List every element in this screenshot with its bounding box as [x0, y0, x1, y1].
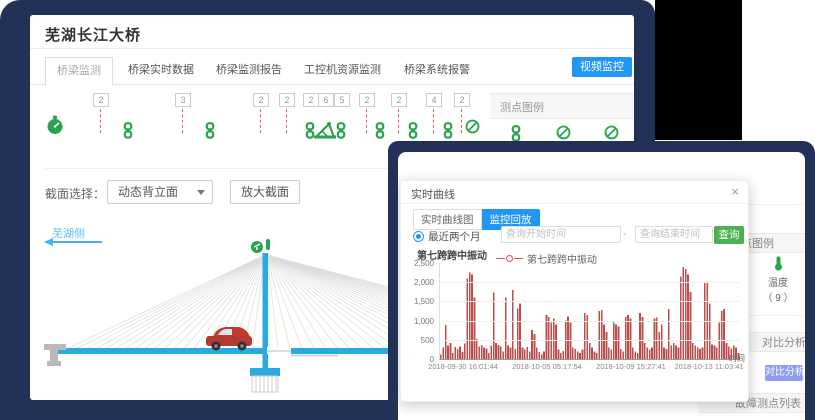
sensor-count-badge: 6	[318, 93, 334, 107]
query-button[interactable]: 查询	[714, 226, 744, 244]
legend-panel-title: 测点图例	[500, 99, 544, 115]
dashed-line	[182, 109, 183, 133]
left-abutment	[44, 344, 66, 366]
temperature-count: （ 9 ）	[758, 289, 798, 304]
dashed-line	[433, 109, 434, 133]
section-select-label: 截面选择：	[45, 185, 105, 202]
vibration-chart-plot[interactable]	[439, 263, 740, 360]
sensor-count-badge: 2	[454, 93, 470, 107]
chart-legend: 第七跨跨中振动	[496, 253, 597, 263]
popup-window-frame: 测点图例 温度 （ 9 ） 对比分析 对比分析 故障测点列表 实时曲线 × 实时…	[388, 141, 815, 420]
section-select-dropdown[interactable]: 动态背立面	[107, 180, 213, 204]
dashed-line	[461, 109, 462, 133]
last-two-months-radio[interactable]	[413, 231, 424, 242]
sensor-count-badge: 2	[303, 93, 319, 107]
enlarge-section-button[interactable]: 放大截面	[230, 180, 300, 204]
tab-realtime-curve[interactable]: 实时曲线图	[413, 209, 482, 230]
chevron-down-icon	[197, 190, 205, 195]
x-axis-title: 时间	[729, 353, 745, 364]
legend-line-icon	[496, 258, 505, 259]
dashed-line	[286, 109, 287, 133]
black-region	[655, 0, 742, 140]
x-tick-label: 2018-10-05 05:17:54	[512, 362, 582, 371]
sensor-count-badge: 4	[426, 93, 442, 107]
x-tick-label: 2018-10-09 15:27:41	[596, 362, 666, 371]
page-title: 芜湖长江大桥	[45, 24, 141, 45]
y-tick-label: 2,500	[401, 259, 434, 268]
bridge-pier	[250, 354, 280, 392]
sensor-count-badge: 2	[391, 93, 407, 107]
compare-analysis-button[interactable]: 对比分析	[765, 365, 803, 381]
temperature-label: 温度	[758, 274, 798, 289]
sensor-count-badge: 2	[93, 93, 109, 107]
gridline	[440, 340, 740, 341]
realtime-curve-dialog: 实时曲线 × 实时曲线图 监控回放 最近两个月 - 查询 第七跨跨中振动	[400, 180, 749, 402]
sensor-count-badge: 2	[359, 93, 375, 107]
section-chooser: 截面选择： 动态背立面 放大截面	[30, 180, 450, 204]
screen: 芜湖长江大桥 桥梁监测 桥梁实时数据 桥梁监测报告 工控机资源监测 桥梁系统报警…	[0, 0, 815, 420]
sensor-count-badge: 2	[279, 93, 295, 107]
dashed-line	[260, 109, 261, 133]
chart-bars	[440, 263, 740, 359]
section-select-value: 动态背立面	[118, 185, 178, 199]
legend-panel-header: 测点图例	[490, 93, 634, 119]
tab-monitor-report[interactable]: 桥梁监测报告	[216, 57, 282, 83]
x-tick-label: 2018-09-30 16:01:44	[428, 362, 498, 371]
video-monitor-button[interactable]: 视频监控	[572, 57, 632, 77]
dashed-line	[398, 109, 399, 133]
dialog-title: 实时曲线	[411, 186, 455, 202]
sensor-count-badge: 2	[253, 93, 269, 107]
gridline	[440, 301, 740, 302]
query-start-time-input[interactable]	[501, 226, 621, 243]
y-tick-label: 500	[401, 336, 434, 345]
thermometer-icon	[773, 256, 784, 271]
query-end-time-input[interactable]	[635, 226, 713, 243]
divider	[30, 48, 634, 49]
gridline	[440, 321, 740, 322]
tab-realtime-data[interactable]: 桥梁实时数据	[128, 57, 194, 83]
tab-system-alarm[interactable]: 桥梁系统报警	[404, 57, 470, 83]
tab-bridge-monitor[interactable]: 桥梁监测	[45, 57, 113, 86]
last-two-months-label: 最近两个月	[428, 229, 481, 244]
tab-ipc-resource[interactable]: 工控机资源监测	[304, 57, 381, 83]
sensor-count-badge: 3	[175, 93, 191, 107]
legend-marker-icon	[506, 255, 513, 262]
close-icon[interactable]: ×	[731, 184, 739, 199]
car	[206, 327, 252, 351]
divider	[401, 203, 748, 204]
y-tick-label: 2,000	[401, 278, 434, 287]
range-separator: -	[623, 229, 626, 240]
legend-line-icon	[514, 258, 523, 259]
gridline	[440, 282, 740, 283]
y-tick-label: 1,500	[401, 297, 434, 306]
dashed-line	[366, 109, 367, 133]
temperature-legend: 温度 （ 9 ）	[758, 256, 798, 304]
sensor-count-badge: 5	[334, 93, 350, 107]
popup-window: 测点图例 温度 （ 9 ） 对比分析 对比分析 故障测点列表 实时曲线 × 实时…	[398, 152, 805, 420]
tower-sensor-icons	[251, 239, 270, 253]
y-tick-label: 1,000	[401, 317, 434, 326]
dashed-line	[100, 109, 101, 133]
main-tabbar: 桥梁监测 桥梁实时数据 桥梁监测报告 工控机资源监测 桥梁系统报警	[30, 57, 634, 85]
